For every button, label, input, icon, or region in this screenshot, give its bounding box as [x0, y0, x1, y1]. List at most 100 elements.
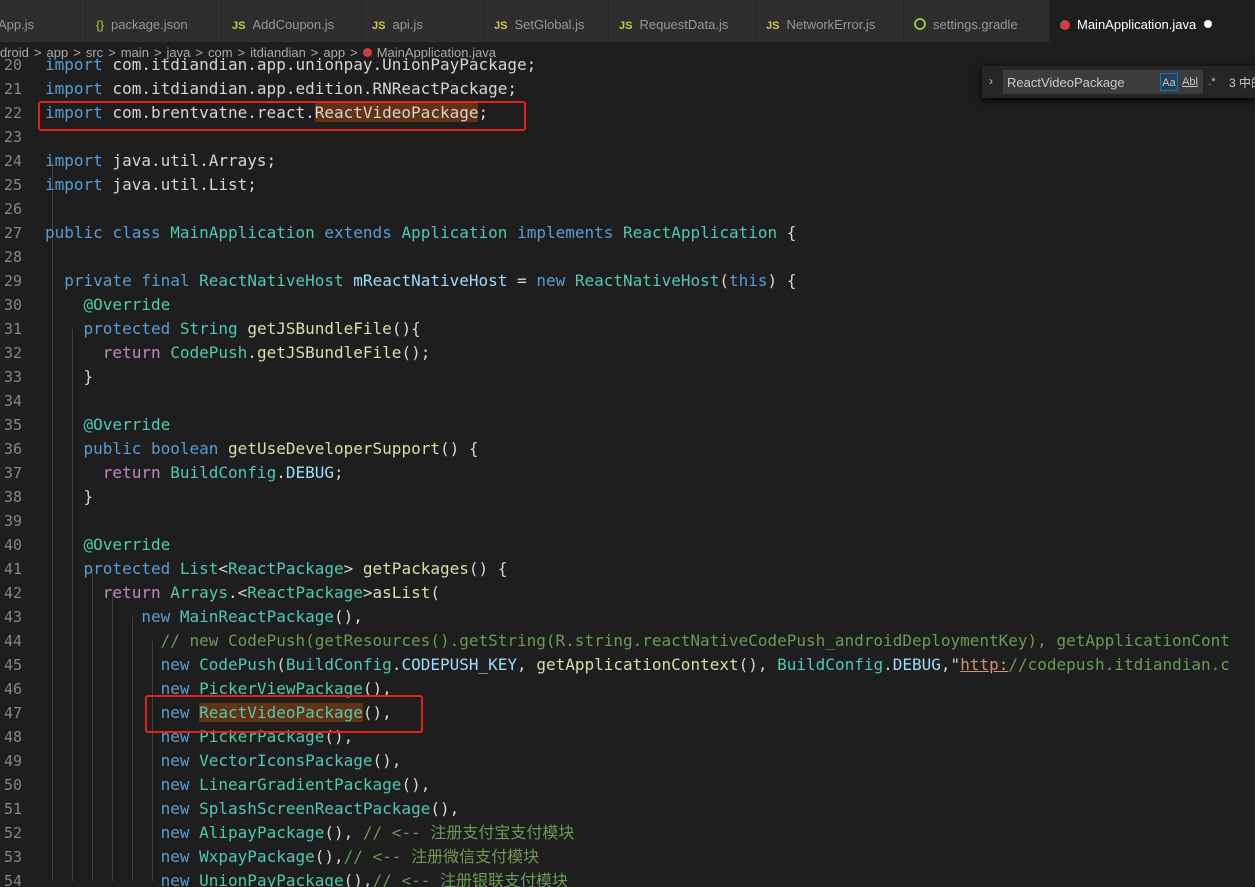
unsaved-dot-icon[interactable]	[1204, 20, 1213, 28]
line-number: 34	[3, 392, 22, 410]
code-line[interactable]: 34	[0, 389, 1255, 413]
code-line[interactable]: 27 public class MainApplication extends A…	[0, 221, 1255, 245]
js-icon: JS	[494, 20, 508, 32]
line-number: 31	[3, 320, 22, 338]
code-text: new VectorIconsPackage(),	[160, 751, 402, 770]
code-line[interactable]: 50 new LinearGradientPackage(),	[0, 773, 1255, 797]
code-line[interactable]: 25 import java.util.List;	[0, 173, 1255, 197]
code-line[interactable]: 30 @Override	[0, 293, 1255, 317]
js-icon: JS	[619, 20, 633, 32]
annotation-highlight-box	[38, 101, 526, 131]
code-text: private final ReactNativeHost mReactNati…	[64, 271, 797, 290]
code-text: new SplashScreenReactPackage(),	[160, 799, 460, 818]
code-line[interactable]: 53 new WxpayPackage(),// <-- 注册微信支付模块	[0, 845, 1255, 869]
line-number: 32	[3, 344, 22, 362]
tab-api-js[interactable]: JS api.js	[362, 0, 484, 42]
line-number: 38	[3, 488, 22, 506]
tab-requestdata-js[interactable]: JS RequestData.js	[609, 0, 756, 42]
tab-label: api.js	[392, 17, 423, 32]
tab-bar: JSApp.js{}package.jsonJSAddCoupon.jsJSap…	[0, 0, 1255, 42]
js-icon: JS	[766, 20, 780, 32]
match-case-button[interactable]: Aa	[1160, 73, 1178, 91]
code-line[interactable]: 52 new AlipayPackage(), // <-- 注册支付宝支付模块	[0, 821, 1255, 845]
line-number: 26	[3, 200, 22, 218]
line-number: 30	[3, 296, 22, 314]
code-line[interactable]: 42 return Arrays.<ReactPackage>asList(	[0, 581, 1255, 605]
code-text: new AlipayPackage(), // <-- 注册支付宝支付模块	[160, 823, 575, 842]
code-line[interactable]: 51 new SplashScreenReactPackage(),	[0, 797, 1255, 821]
code-editor[interactable]: 20 import com.itdiandian.app.unionpay.Uni…	[0, 53, 1255, 887]
code-line[interactable]: 39	[0, 509, 1255, 533]
match-whole-word-button[interactable]: Abl	[1181, 73, 1199, 91]
line-number: 20	[3, 56, 22, 74]
tab-settings-gradle[interactable]: settings.gradle	[904, 0, 1050, 42]
find-result-count: 3 中的	[1229, 76, 1255, 90]
code-line[interactable]: 38 }	[0, 485, 1255, 509]
code-text: return BuildConfig.DEBUG;	[102, 463, 344, 482]
tab-package-json[interactable]: {} package.json	[86, 0, 222, 42]
line-number: 24	[3, 152, 22, 170]
line-number: 46	[3, 680, 22, 698]
code-text: new LinearGradientPackage(),	[160, 775, 431, 794]
tab-label: RequestData.js	[639, 17, 729, 32]
find-widget: › Aa Abl .* 3 中的	[982, 66, 1255, 98]
annotation-highlight-box	[145, 695, 423, 733]
line-number: 22	[3, 104, 22, 122]
line-number: 54	[3, 872, 22, 887]
code-text: new CodePush(BuildConfig.CODEPUSH_KEY, g…	[160, 655, 1230, 674]
line-number: 42	[3, 584, 22, 602]
code-line[interactable]: 44 // new CodePush(getResources().getStr…	[0, 629, 1255, 653]
tab-setglobal-js[interactable]: JS SetGlobal.js	[484, 0, 609, 42]
line-number: 39	[3, 512, 22, 530]
code-line[interactable]: 32 return CodePush.getJSBundleFile();	[0, 341, 1255, 365]
tab-label: package.json	[111, 17, 188, 32]
code-text: import com.itdiandian.app.edition.RNReac…	[45, 79, 518, 98]
tab-mainapplication-java[interactable]: MainApplication.java	[1050, 0, 1255, 42]
code-line[interactable]: 31 protected String getJSBundleFile(){	[0, 317, 1255, 341]
line-number: 40	[3, 536, 22, 554]
code-text: import java.util.Arrays;	[45, 151, 277, 170]
code-line[interactable]: 33 }	[0, 365, 1255, 389]
code-line[interactable]: 36 public boolean getUseDeveloperSupport…	[0, 437, 1255, 461]
code-line[interactable]: 43 new MainReactPackage(),	[0, 605, 1255, 629]
code-text: public boolean getUseDeveloperSupport() …	[83, 439, 479, 458]
line-number: 41	[3, 560, 22, 578]
code-text: import java.util.List;	[45, 175, 257, 194]
json-icon: {}	[96, 18, 105, 32]
code-text: // new CodePush(getResources().getString…	[45, 631, 1230, 650]
toggle-replace-icon[interactable]: ›	[989, 74, 993, 88]
code-line[interactable]: 26	[0, 197, 1255, 221]
line-number: 21	[3, 80, 22, 98]
tab-addcoupon-js[interactable]: JS AddCoupon.js	[222, 0, 362, 42]
tab-label: settings.gradle	[933, 17, 1018, 32]
code-line[interactable]: 41 protected List<ReactPackage> getPacka…	[0, 557, 1255, 581]
tab-app-js[interactable]: JSApp.js	[0, 0, 86, 42]
code-text: @Override	[83, 535, 171, 554]
code-line[interactable]: 28	[0, 245, 1255, 269]
tab-label: App.js	[0, 17, 35, 32]
code-line[interactable]: 29 private final ReactNativeHost mReactN…	[0, 269, 1255, 293]
tab-label: AddCoupon.js	[252, 17, 335, 32]
line-number: 51	[3, 800, 22, 818]
regex-button[interactable]: .*	[1203, 73, 1221, 91]
line-number: 53	[3, 848, 22, 866]
line-number: 28	[3, 248, 22, 266]
code-line[interactable]: 35 @Override	[0, 413, 1255, 437]
line-number: 25	[3, 176, 22, 194]
code-text: }	[45, 367, 94, 386]
code-text: public class MainApplication extends App…	[45, 223, 797, 242]
code-line[interactable]: 24 import java.util.Arrays;	[0, 149, 1255, 173]
code-line[interactable]: 37 return BuildConfig.DEBUG;	[0, 461, 1255, 485]
tab-label: NetworkError.js	[786, 17, 876, 32]
code-text: new UnionPayPackage(),// <-- 注册银联支付模块	[160, 871, 568, 887]
code-text: protected List<ReactPackage> getPackages…	[83, 559, 508, 578]
tab-networkerror-js[interactable]: JS NetworkError.js	[756, 0, 904, 42]
code-line[interactable]: 40 @Override	[0, 533, 1255, 557]
code-line[interactable]: 49 new VectorIconsPackage(),	[0, 749, 1255, 773]
code-text: @Override	[83, 415, 171, 434]
code-line[interactable]: 45 new CodePush(BuildConfig.CODEPUSH_KEY…	[0, 653, 1255, 677]
code-line[interactable]: 54 new UnionPayPackage(),// <-- 注册银联支付模块	[0, 869, 1255, 887]
code-text: new MainReactPackage(),	[141, 607, 363, 626]
line-number: 45	[3, 656, 22, 674]
line-number: 44	[3, 632, 22, 650]
